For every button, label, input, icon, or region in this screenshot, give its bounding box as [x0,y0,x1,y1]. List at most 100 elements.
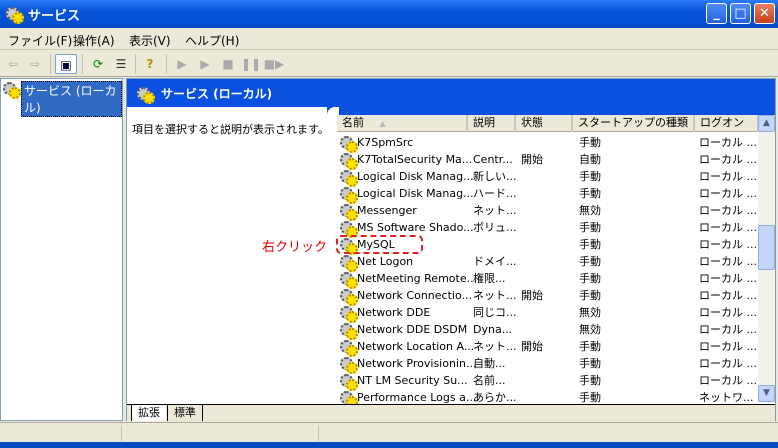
service-gear-icon [340,357,358,374]
service-startup-type: 無効 [579,323,601,336]
tab-standard[interactable]: 標準 [167,405,203,421]
service-logon: ローカル ... [699,340,757,353]
service-startup-type: 手動 [579,340,601,353]
tab-extended[interactable]: 拡張 [131,405,166,421]
service-row[interactable]: Network DDE DSDM Dyna... 無効 ローカル ... [337,321,759,340]
service-row[interactable]: NT LM Security Su... 名前... 手動 ローカル ... [337,372,759,391]
stop-icon[interactable]: ■ [217,54,239,74]
service-row[interactable]: Network Provisionin... 自動... 手動 ローカル ... [337,355,759,374]
menu-help[interactable]: ヘルプ(H) [185,32,239,49]
service-gear-icon [340,323,358,340]
service-logon: ローカル ... [699,374,757,387]
service-description: ドメイ... [473,255,517,268]
service-name: K7TotalSecurity Ma... [357,153,473,166]
service-row[interactable]: Network Location A... ネット... 開始 手動 ローカル ... [337,338,759,357]
service-logon: ローカル ... [699,272,757,285]
window-title: サービス [28,9,81,24]
service-name: K7SpmSrc [357,136,414,149]
service-row[interactable]: MS Software Shado... ボリュ... 手動 ローカル ... [337,219,759,238]
menu-file[interactable]: ファイル(F) [8,32,72,49]
service-name: Messenger [357,204,417,217]
column-header-logon[interactable]: ログオン [695,115,759,132]
service-logon: ローカル ... [699,170,757,183]
service-logon: ローカル ... [699,136,757,149]
services-gear-icon [6,7,24,24]
restart-icon[interactable]: ■▶ [263,54,285,74]
service-startup-type: 手動 [579,170,601,183]
service-row[interactable]: Network DDE 同じコ... 無効 ローカル ... [337,304,759,323]
scroll-up-button[interactable]: ▲ [758,115,775,132]
service-description: 自動... [473,357,506,370]
service-description: Centr... [473,153,513,166]
export-list-icon[interactable]: ☰ [110,54,132,74]
service-gear-icon [340,204,358,221]
scroll-thumb[interactable] [758,225,775,270]
forward-icon[interactable]: ⇨ [24,54,46,74]
service-name: Net Logon [357,255,414,268]
close-button[interactable]: ✕ [754,3,775,24]
show-hide-tree-icon[interactable]: ▣ [55,54,77,74]
services-gear-icon [137,87,155,104]
service-name: Logical Disk Manag... [357,170,474,183]
service-name: NetMeeting Remote... [357,272,478,285]
service-name: Network DDE DSDM [357,323,468,336]
scroll-down-button[interactable]: ▼ [758,385,775,402]
tree-item-services-local[interactable]: サービス (ローカル) [21,81,122,117]
service-startup-type: 手動 [579,255,601,268]
help-icon[interactable]: ? [139,54,161,74]
service-description: 名前... [473,374,506,387]
service-logon: ローカル ... [699,221,757,234]
service-row[interactable]: K7SpmSrc 手動 ローカル ... [337,134,759,153]
view-tabs: 拡張 標準 [127,404,775,421]
service-row[interactable]: Logical Disk Manag... 新しい... 手動 ローカル ... [337,168,759,187]
column-header-description[interactable]: 説明 [468,115,516,132]
maximize-button[interactable]: □ [730,3,751,24]
service-startup-type: 手動 [579,187,601,200]
column-header-name[interactable]: 名前 ▲ [337,115,468,132]
service-name: Logical Disk Manag... [357,187,474,200]
column-header-startup-type[interactable]: スタートアップの種類 [573,115,695,132]
right-click-annotation: 右クリック [262,240,328,255]
service-logon: ローカル ... [699,255,757,268]
service-description: 同じコ... [473,306,517,319]
menu-action[interactable]: 操作(A) [73,32,115,49]
service-status: 開始 [521,340,543,353]
menu-view[interactable]: 表示(V) [129,32,171,49]
back-icon[interactable]: ⇦ [2,54,24,74]
tree-pane: サービス (ローカル) [0,78,123,421]
start-icon[interactable]: ▶ [171,54,193,74]
column-header-status[interactable]: 状態 [516,115,573,132]
toolbar: ⇦ ⇨ ▣ ⟳ ☰ ? ▶ ▶ ■ ❚❚ ■▶ [0,51,778,77]
service-gear-icon [340,255,358,272]
service-logon: ローカル ... [699,357,757,370]
minimize-button[interactable]: _ [706,3,727,24]
service-gear-icon [340,153,358,170]
pause-icon[interactable]: ❚❚ [240,54,262,74]
service-gear-icon [340,187,358,204]
pane-header: サービス (ローカル) [127,79,775,107]
service-logon: ローカル ... [699,306,757,319]
service-name: Network Location A... [357,340,475,353]
service-startup-type: 無効 [579,204,601,217]
service-startup-type: 手動 [579,374,601,387]
services-list: 名前 ▲ 説明 状態 スタートアップの種類 ログオン K7SpmSrc 手動 ローカ… [337,115,775,408]
service-startup-type: 手動 [579,272,601,285]
annotation-highlight-box [336,235,423,254]
refresh-icon[interactable]: ⟳ [87,54,109,74]
service-row[interactable]: Logical Disk Manag... ハード... 手動 ローカル ... [337,185,759,204]
service-row[interactable]: Messenger ネット... 無効 ローカル ... [337,202,759,221]
service-startup-type: 手動 [579,357,601,370]
start-alt-icon[interactable]: ▶ [194,54,216,74]
service-row[interactable]: Net Logon ドメイ... 手動 ローカル ... [337,253,759,272]
service-description: ボリュ... [473,221,517,234]
service-gear-icon [340,289,358,306]
service-name: Network DDE [357,306,431,319]
service-row[interactable]: K7TotalSecurity Ma... Centr... 開始 自動 ローカル ..… [337,151,759,170]
service-name: MS Software Shado... [357,221,474,234]
service-description: ネット... [473,340,517,353]
service-gear-icon [340,374,358,391]
vertical-scrollbar[interactable]: ▲ ▼ [758,115,775,402]
service-gear-icon [340,340,358,357]
service-row[interactable]: Network Connectio... ネット... 開始 手動 ローカル ... [337,287,759,306]
service-row[interactable]: NetMeeting Remote... 権限... 手動 ローカル ... [337,270,759,289]
